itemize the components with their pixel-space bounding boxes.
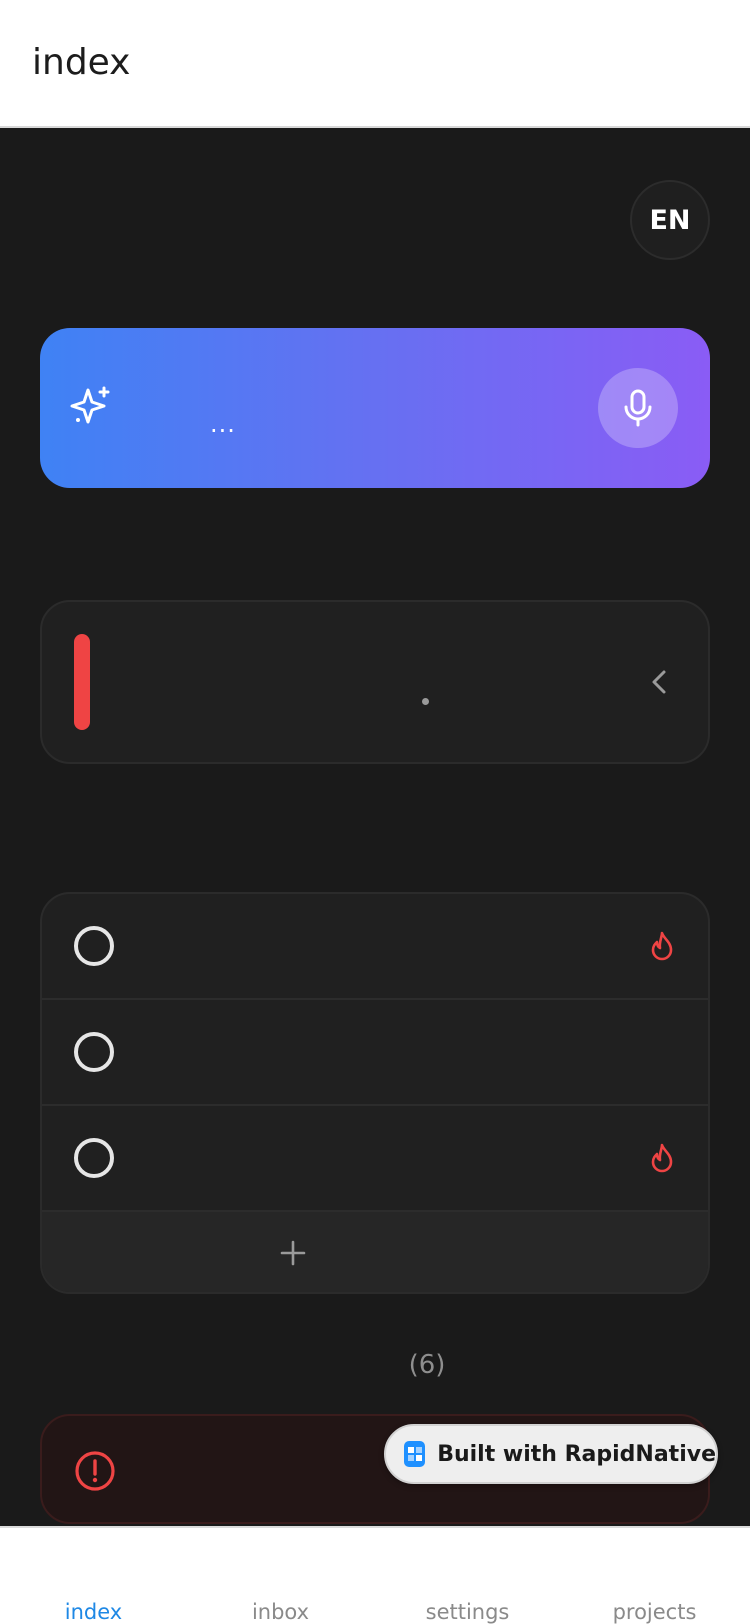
app-header: index <box>0 0 750 128</box>
task-checkbox[interactable] <box>74 1138 114 1178</box>
badge-label: Built with RapidNative <box>437 1441 716 1467</box>
add-task-button[interactable] <box>42 1212 708 1292</box>
task-row[interactable] <box>42 1106 708 1212</box>
built-with-badge[interactable]: Built with RapidNative <box>384 1424 718 1484</box>
flame-icon <box>651 931 673 961</box>
microphone-icon <box>624 389 652 427</box>
language-button[interactable]: EN <box>630 180 710 260</box>
ai-input-placeholder[interactable]: ... <box>210 412 236 436</box>
plus-icon <box>280 1240 306 1266</box>
task-list <box>40 892 710 1294</box>
alert-circle-icon <box>75 1451 115 1491</box>
priority-indicator-bar <box>74 634 90 730</box>
page-title: index <box>32 42 131 83</box>
chevron-left-icon[interactable] <box>644 666 676 698</box>
tab-settings[interactable]: settings <box>374 1600 561 1624</box>
bottom-tab-bar: index inbox settings projects <box>0 1526 750 1624</box>
task-checkbox[interactable] <box>74 926 114 966</box>
sparkle-icon <box>70 386 110 424</box>
focus-indicator-dot <box>422 698 429 705</box>
flame-icon <box>651 1143 673 1173</box>
rapidnative-logo-icon <box>404 1441 426 1467</box>
focus-card[interactable] <box>40 600 710 764</box>
tab-inbox[interactable]: inbox <box>187 1600 374 1624</box>
overdue-count: (6) <box>408 1350 446 1380</box>
task-row[interactable] <box>42 1000 708 1106</box>
main-content: EN ... (6) <box>0 128 750 1526</box>
task-checkbox[interactable] <box>74 1032 114 1072</box>
microphone-button[interactable] <box>598 368 678 448</box>
tab-index[interactable]: index <box>0 1600 187 1624</box>
tab-projects[interactable]: projects <box>561 1600 748 1624</box>
ai-input-card[interactable]: ... <box>40 328 710 488</box>
task-row[interactable] <box>42 894 708 1000</box>
